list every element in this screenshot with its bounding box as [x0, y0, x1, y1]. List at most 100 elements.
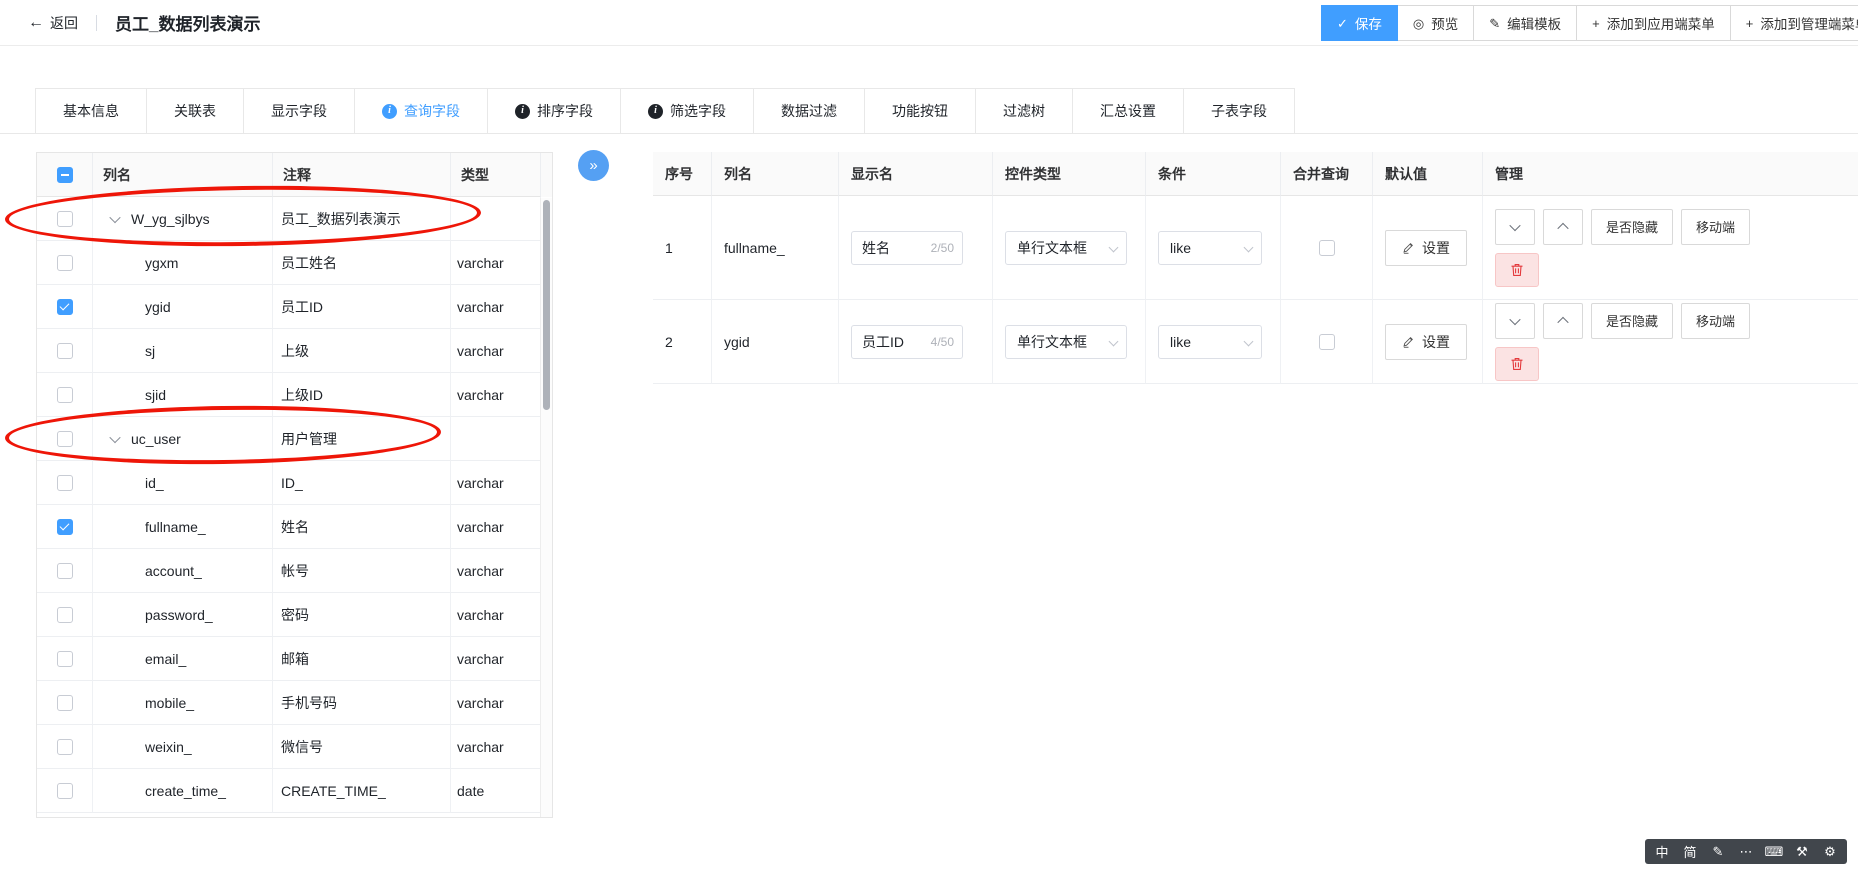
- chevron-down-icon: [1108, 242, 1119, 252]
- widget-type-select[interactable]: 单行文本框: [1005, 230, 1127, 265]
- table-row[interactable]: account_ 帐号 varchar: [37, 549, 552, 593]
- preview-button[interactable]: ◎ 预览: [1396, 5, 1475, 41]
- tab-query-fields[interactable]: 查询字段: [354, 88, 488, 133]
- tab-subtable-fields[interactable]: 子表字段: [1183, 88, 1295, 133]
- table-row[interactable]: sjid 上级ID varchar: [37, 373, 552, 417]
- pen-icon[interactable]: ✎: [1704, 839, 1732, 864]
- row-checkbox[interactable]: [56, 782, 73, 799]
- table-row[interactable]: uc_user 用户管理: [37, 417, 552, 461]
- table-row[interactable]: weixin_ 微信号 varchar: [37, 725, 552, 769]
- delete-button[interactable]: [1495, 252, 1539, 287]
- simplified-icon[interactable]: 简: [1676, 839, 1704, 864]
- column-comment: 密码: [273, 593, 451, 637]
- row-checkbox[interactable]: [56, 694, 73, 711]
- tab-display-fields[interactable]: 显示字段: [243, 88, 355, 133]
- row-column-name: fullname_: [712, 196, 839, 300]
- column-type: varchar: [451, 505, 541, 549]
- table-row[interactable]: ygxm 员工姓名 varchar: [37, 241, 552, 285]
- widget-type-select[interactable]: 单行文本框: [1005, 324, 1127, 359]
- column-comment: ID_: [273, 461, 451, 505]
- toggle-hide-button[interactable]: 是否隐藏: [1591, 208, 1674, 245]
- row-index: 2: [653, 300, 712, 384]
- default-value-set-button[interactable]: 设置: [1385, 229, 1467, 266]
- row-checkbox[interactable]: [56, 738, 73, 755]
- toggle-hide-button[interactable]: 是否隐藏: [1591, 302, 1674, 339]
- table-header-row: 序号 列名 显示名 控件类型 条件 合并查询 默认值 管理: [653, 152, 1858, 196]
- mobile-button[interactable]: 移动端: [1681, 208, 1751, 245]
- tools-icon[interactable]: ⚒: [1788, 839, 1816, 864]
- save-button[interactable]: ✓ 保存: [1321, 5, 1398, 41]
- default-value-set-button[interactable]: 设置: [1385, 323, 1467, 360]
- column-name: mobile_: [145, 694, 195, 711]
- chevron-down-icon[interactable]: [109, 431, 121, 443]
- table-row[interactable]: email_ 邮箱 varchar: [37, 637, 552, 681]
- source-columns-table: 列名 注释 类型 W_yg_sjlbys 员工_数据列表演示 ygxm 员工姓名…: [36, 152, 553, 818]
- header-type: 类型: [451, 153, 541, 197]
- tab-summary-settings[interactable]: 汇总设置: [1072, 88, 1184, 133]
- move-down-button[interactable]: [1495, 302, 1535, 339]
- tab-data-filter[interactable]: 数据过滤: [753, 88, 865, 133]
- manage-buttons: 是否隐藏 移动端: [1495, 208, 1795, 287]
- keyboard-icon[interactable]: ⌨: [1760, 839, 1788, 864]
- row-checkbox[interactable]: [56, 562, 73, 579]
- condition-select[interactable]: like: [1158, 230, 1262, 265]
- table-row[interactable]: create_time_ CREATE_TIME_ date: [37, 769, 552, 813]
- chevron-down-icon[interactable]: [109, 211, 121, 223]
- tab-function-buttons[interactable]: 功能按钮: [864, 88, 976, 133]
- row-checkbox[interactable]: [56, 386, 73, 403]
- scrollbar-thumb[interactable]: [543, 200, 550, 410]
- tab-related-tables[interactable]: 关联表: [146, 88, 244, 133]
- display-name-input[interactable]: 员工ID 4/50: [851, 324, 963, 359]
- table-row[interactable]: id_ ID_ varchar: [37, 461, 552, 505]
- add-admin-menu-button[interactable]: + 添加到管理端菜单: [1729, 5, 1858, 41]
- merge-query-checkbox[interactable]: [1318, 333, 1335, 350]
- manage-buttons: 是否隐藏 移动端: [1495, 302, 1795, 381]
- table-row[interactable]: W_yg_sjlbys 员工_数据列表演示: [37, 197, 552, 241]
- table-row[interactable]: ygid 员工ID varchar: [37, 285, 552, 329]
- gear-icon[interactable]: ⚙: [1816, 839, 1844, 864]
- row-checkbox[interactable]: [56, 650, 73, 667]
- row-checkbox[interactable]: [56, 606, 73, 623]
- row-checkbox[interactable]: [56, 518, 73, 535]
- table-row[interactable]: sj 上级 varchar: [37, 329, 552, 373]
- row-checkbox[interactable]: [56, 474, 73, 491]
- trash-icon: [1511, 263, 1523, 276]
- table-row[interactable]: mobile_ 手机号码 varchar: [37, 681, 552, 725]
- mobile-button[interactable]: 移动端: [1681, 302, 1751, 339]
- select-all-checkbox[interactable]: [56, 166, 73, 183]
- double-chevron-right-icon: »: [589, 157, 598, 174]
- tab-filter-fields[interactable]: 筛选字段: [620, 88, 754, 133]
- edit-template-button[interactable]: ✎ 编辑模板: [1473, 5, 1578, 41]
- tab-sort-fields[interactable]: 排序字段: [487, 88, 621, 133]
- row-checkbox[interactable]: [56, 430, 73, 447]
- add-app-menu-button[interactable]: + 添加到应用端菜单: [1576, 5, 1731, 41]
- dots-icon[interactable]: ⋯: [1732, 839, 1760, 864]
- table-row[interactable]: password_ 密码 varchar: [37, 593, 552, 637]
- scrollbar-track[interactable]: [540, 198, 552, 817]
- merge-query-checkbox[interactable]: [1318, 239, 1335, 256]
- tab-basic-info[interactable]: 基本信息: [35, 88, 147, 133]
- row-checkbox[interactable]: [56, 254, 73, 271]
- move-down-button[interactable]: [1495, 208, 1535, 245]
- ime-toolbar: 中 简 ✎ ⋯ ⌨ ⚒ ⚙: [1645, 839, 1847, 864]
- row-checkbox[interactable]: [56, 298, 73, 315]
- condition-select[interactable]: like: [1158, 324, 1262, 359]
- delete-button[interactable]: [1495, 346, 1539, 381]
- row-checkbox[interactable]: [56, 210, 73, 227]
- chevron-down-icon: [1509, 219, 1521, 231]
- back-button[interactable]: ← 返回: [28, 13, 78, 33]
- table-row[interactable]: fullname_ 姓名 varchar: [37, 505, 552, 549]
- chevron-down-icon: [1509, 313, 1521, 325]
- row-checkbox[interactable]: [56, 342, 73, 359]
- tab-filter-tree[interactable]: 过滤树: [975, 88, 1073, 133]
- chinese-mode-icon[interactable]: 中: [1648, 839, 1676, 864]
- toolbar-buttons: ✓ 保存 ◎ 预览 ✎ 编辑模板 + 添加到应用端菜单 + 添加到管理端菜单: [1321, 5, 1858, 41]
- move-up-button[interactable]: [1543, 302, 1583, 339]
- header-widget-type: 控件类型: [993, 152, 1146, 196]
- collapse-panel-button[interactable]: »: [578, 150, 609, 181]
- display-name-input[interactable]: 姓名 2/50: [851, 230, 963, 265]
- header-merge-query: 合并查询: [1281, 152, 1373, 196]
- pen-icon: [1403, 336, 1413, 348]
- column-comment: 用户管理: [273, 417, 451, 461]
- move-up-button[interactable]: [1543, 208, 1583, 245]
